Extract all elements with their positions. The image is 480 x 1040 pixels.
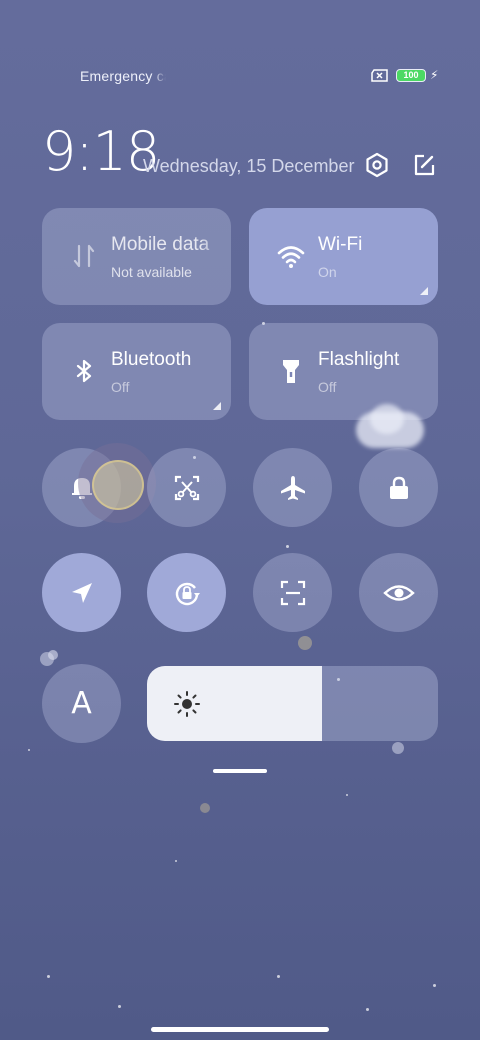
star-decoration bbox=[433, 984, 436, 987]
font-size-label: A bbox=[71, 686, 92, 721]
cloud-decoration bbox=[92, 460, 144, 510]
toggle-scanner[interactable] bbox=[253, 553, 332, 632]
airplane-icon bbox=[280, 475, 305, 500]
tile-title: Wi-Fi bbox=[318, 234, 363, 255]
date-text: Wednesday, 15 December bbox=[143, 156, 355, 176]
clock-time: 9:18 bbox=[42, 120, 160, 183]
toggle-reading-mode[interactable] bbox=[359, 553, 438, 632]
star-decoration bbox=[286, 545, 289, 548]
brightness-slider[interactable] bbox=[147, 666, 438, 741]
rotation-lock-icon bbox=[175, 582, 200, 605]
edit-button[interactable] bbox=[409, 150, 439, 180]
star-decoration bbox=[28, 749, 30, 751]
tile-mobile-data[interactable]: Mobile data Not available bbox=[42, 208, 231, 305]
tile-wifi[interactable]: Wi-Fi On bbox=[249, 208, 438, 305]
bluetooth-icon bbox=[76, 359, 92, 383]
settings-hex-icon bbox=[366, 152, 388, 178]
location-icon bbox=[71, 582, 92, 603]
charging-bolt-icon: ⚡ bbox=[430, 68, 439, 82]
carrier-status-text: Emergency calls only bbox=[80, 68, 166, 84]
gesture-nav-bar[interactable] bbox=[151, 1027, 329, 1032]
no-sim-icon bbox=[371, 69, 389, 87]
wifi-icon bbox=[277, 246, 305, 268]
toggle-screenshot[interactable] bbox=[147, 448, 226, 527]
star-decoration bbox=[277, 975, 280, 978]
tile-title: Bluetooth bbox=[111, 349, 192, 370]
leaf-decoration bbox=[200, 803, 210, 813]
toggle-font-size[interactable]: A bbox=[42, 664, 121, 743]
tile-subtitle: On bbox=[318, 264, 337, 280]
tile-title: Flashlight bbox=[318, 349, 400, 370]
expand-corner-icon[interactable] bbox=[420, 287, 428, 295]
star-decoration bbox=[175, 860, 177, 862]
edit-icon bbox=[414, 154, 435, 176]
screenshot-icon bbox=[174, 475, 199, 500]
panel-drag-handle[interactable] bbox=[213, 769, 267, 773]
leaf-decoration bbox=[298, 636, 312, 650]
tile-subtitle: Off bbox=[111, 379, 130, 395]
lock-icon bbox=[389, 476, 408, 499]
flashlight-icon bbox=[283, 360, 299, 383]
star-decoration bbox=[47, 975, 50, 978]
tile-subtitle: Off bbox=[318, 379, 337, 395]
toggle-lock-screen[interactable] bbox=[359, 448, 438, 527]
paw-decoration bbox=[392, 742, 404, 754]
star-decoration bbox=[118, 1005, 121, 1008]
toggle-location[interactable] bbox=[42, 553, 121, 632]
eye-icon bbox=[382, 584, 415, 601]
star-decoration bbox=[366, 1008, 369, 1011]
scanner-icon bbox=[280, 580, 305, 605]
cloud-decoration bbox=[370, 404, 404, 434]
tile-subtitle: Not available bbox=[111, 264, 192, 280]
toggle-rotation-lock[interactable] bbox=[147, 553, 226, 632]
mobile-data-icon bbox=[73, 244, 95, 268]
tile-bluetooth[interactable]: Bluetooth Off bbox=[42, 323, 231, 420]
expand-corner-icon[interactable] bbox=[213, 402, 221, 410]
brightness-sun-icon bbox=[174, 691, 200, 717]
settings-button[interactable] bbox=[362, 150, 392, 180]
star-decoration bbox=[346, 794, 348, 796]
battery-indicator: 100 bbox=[396, 69, 426, 82]
tile-title: Mobile data bbox=[111, 234, 210, 255]
tile-flashlight[interactable]: Flashlight Off bbox=[249, 323, 438, 420]
toggle-airplane-mode[interactable] bbox=[253, 448, 332, 527]
